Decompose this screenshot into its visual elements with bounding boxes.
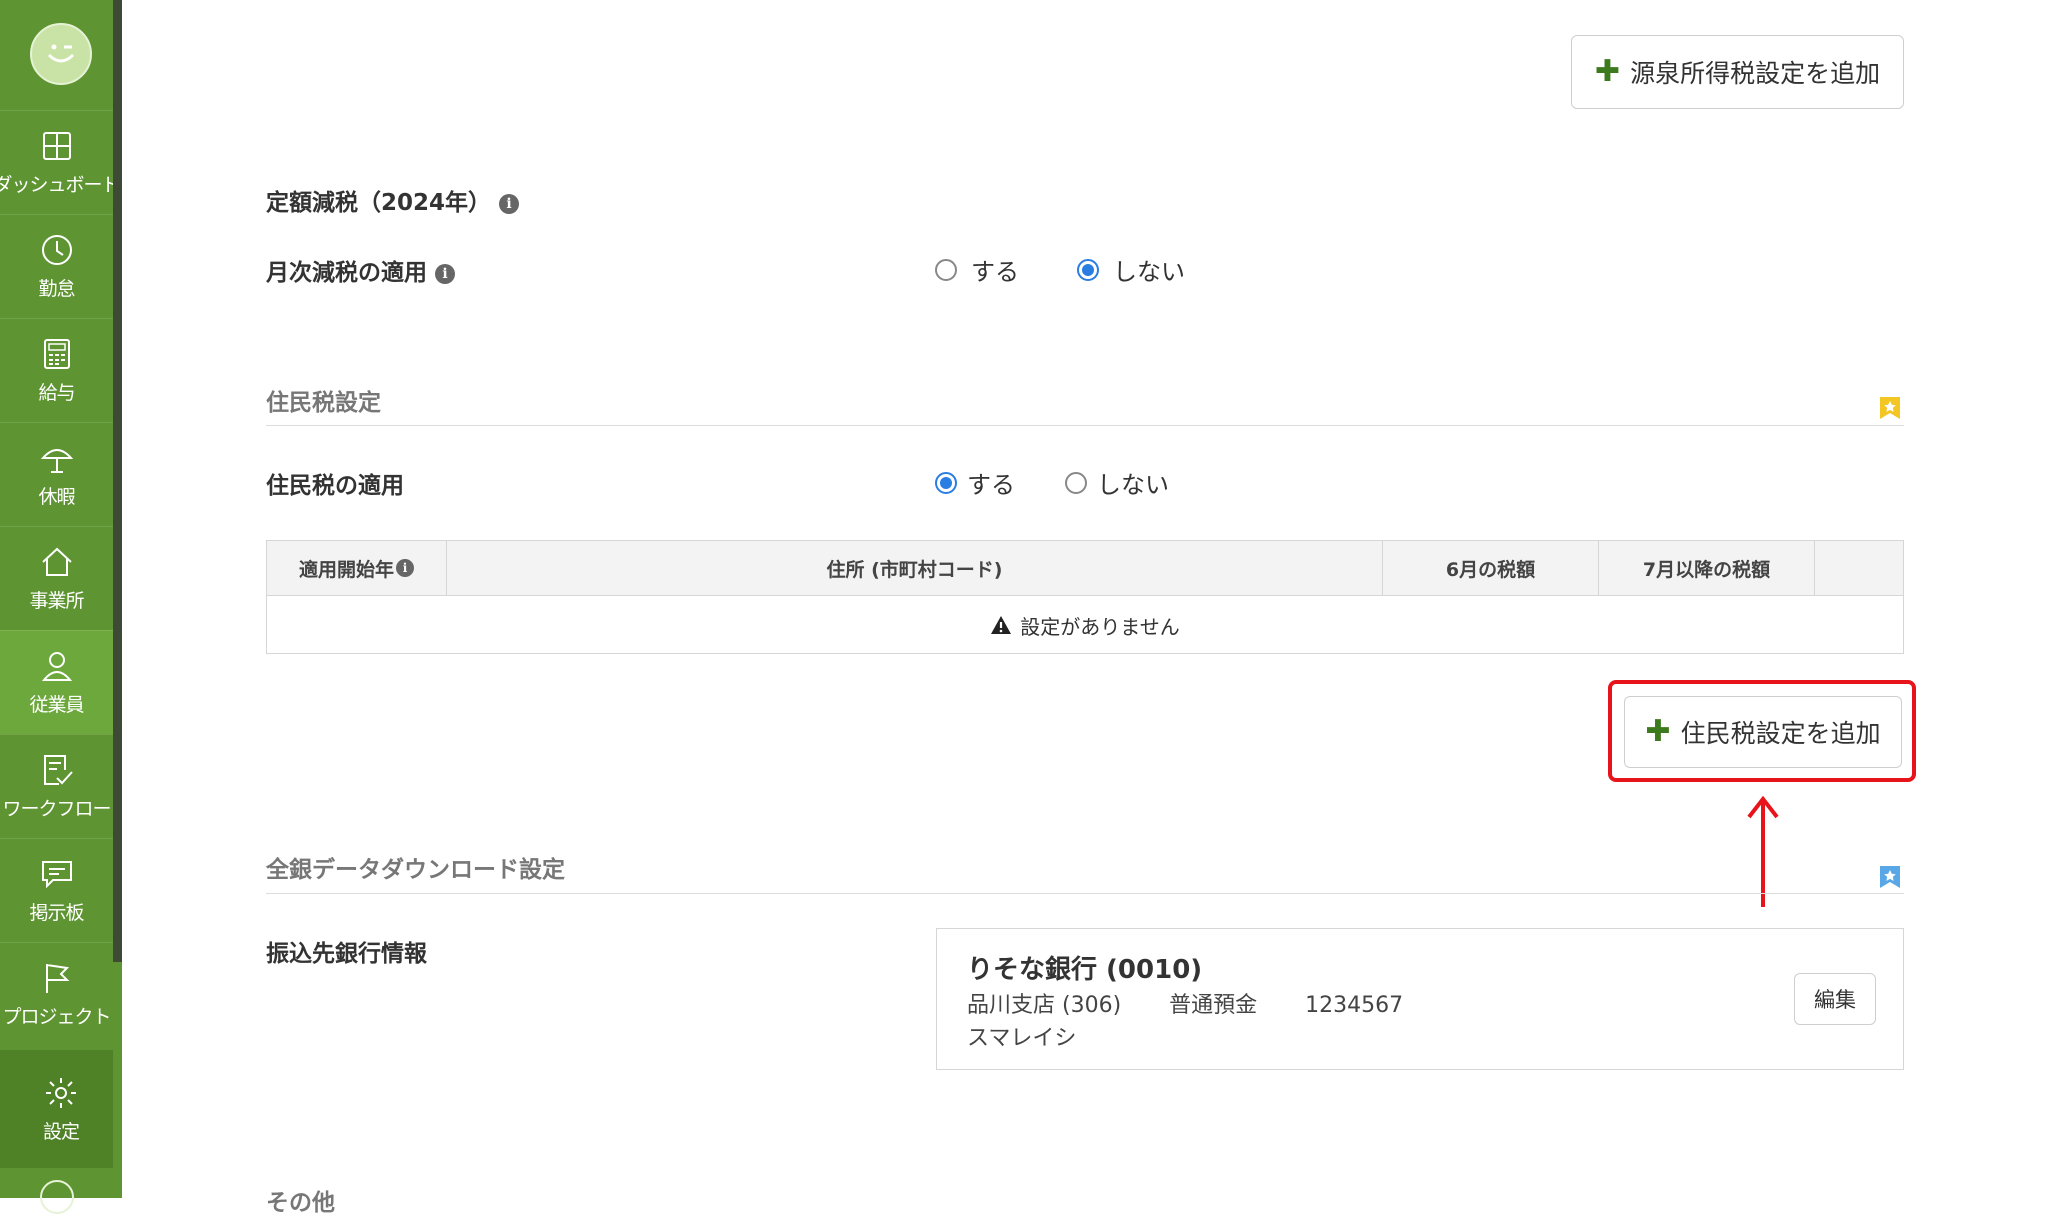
resident-tax-section-title: 住民税設定 [266,390,381,416]
monthly-reduction-yes[interactable]: する [935,252,1019,287]
monthly-reduction-label-text: 月次減税の適用 [266,260,427,286]
radio-button[interactable] [935,471,957,494]
sidebar-item-project[interactable]: プロジェクト [0,942,113,1046]
radio-label: しない [1113,258,1185,286]
other-section-title: その他 [266,1190,335,1216]
bank-info-card: りそな銀行 (0010) 品川支店 (306) 普通預金 1234567 スマレ… [936,928,1904,1070]
info-icon[interactable]: i [499,193,520,214]
avatar[interactable] [30,23,92,85]
radio-label: しない [1097,471,1169,499]
sidebar-item-label: 掲示板 [29,902,84,924]
gear-icon [46,1077,76,1108]
sidebar-item-label: 休暇 [38,486,75,508]
column-header-july-onward-tax: 7月以降の税額 [1599,541,1815,595]
smile-icon [47,44,75,63]
monthly-reduction-no[interactable]: しない [1077,252,1185,287]
beach-umbrella-icon [40,449,73,473]
sidebar-item-leave[interactable]: 休暇 [0,422,113,526]
sidebar-item-workflow[interactable]: ワークフロー [0,734,113,838]
sidebar-item-payroll[interactable]: 給与 [0,318,113,422]
sidebar-item-settings[interactable]: 設定 [0,1050,122,1168]
resident-tax-apply-label: 住民税の適用 [266,473,404,499]
person-icon [41,652,72,681]
bank-download-section-title: 全銀データダウンロード設定 [266,857,565,883]
bank-name: りそな銀行 (0010) [967,955,1203,985]
calculator-icon [43,339,70,369]
monthly-reduction-label: 月次減税の適用 i [266,253,455,287]
sidebar-scrollbar[interactable] [113,0,122,962]
bank-account-holder: スマレイシ [967,1026,1077,1051]
highlight-box [1608,680,1916,782]
empty-message: 設定がありません [1020,614,1180,639]
sidebar-item-label: 給与 [38,382,75,404]
sidebar-item-employees[interactable]: 従業員 [0,630,113,734]
sidebar-item-label: ワークフロー [2,798,111,820]
sidebar-item-label: ダッシュボード [0,174,121,196]
radio-button[interactable] [1077,258,1099,281]
bank-branch: 品川支店 (306) [967,993,1122,1018]
add-withholding-tax-label: 源泉所得税設定を追加 [1630,59,1881,88]
bank-account-type: 普通預金 [1169,993,1258,1018]
home-icon [41,547,72,576]
arrow-up-icon [1747,795,1779,907]
radio-label: する [971,258,1019,286]
sidebar-item-label: 従業員 [29,694,84,716]
radio-button[interactable] [935,258,957,281]
info-icon[interactable]: i [435,263,455,284]
checklist-icon [43,755,73,785]
section-divider [266,893,1904,894]
sidebar-item-dashboard[interactable]: ダッシュボード [0,110,121,214]
bookmark-star-icon[interactable] [1880,866,1900,888]
add-withholding-tax-button[interactable]: ✚ 源泉所得税設定を追加 [1571,35,1904,109]
table-empty-row: 設定がありません [267,596,1903,654]
column-header-start-year: 適用開始年 i [267,541,447,595]
fixed-tax-title: 定額減税（2024年） i [266,183,520,217]
sidebar-item-label: 勤怠 [38,278,75,300]
clock-icon [41,235,72,265]
sidebar-item-label: 事業所 [29,590,84,612]
resident-tax-radio-group: する しない [935,465,1169,500]
table-header: 適用開始年 i 住所 (市町村コード) 6月の税額 7月以降の税額 [267,541,1903,596]
plus-icon: ✚ [1594,54,1621,89]
avatar-area [0,0,122,110]
radio-button[interactable] [1065,471,1087,494]
sidebar-item-bulletin[interactable]: 掲示板 [0,838,113,942]
sidebar: ダッシュボード 勤怠 給与 休暇 事業所 従業員 ワークフロー 掲示板 プロジェ… [0,0,122,1214]
chat-bubble-icon [41,861,72,889]
resident-tax-no[interactable]: しない [1065,465,1169,500]
help-icon[interactable] [40,1180,74,1214]
dashboard-icon [42,132,71,160]
edit-bank-button[interactable]: 編集 [1794,973,1876,1025]
column-header-june-tax: 6月の税額 [1383,541,1599,595]
section-divider [266,425,1904,426]
bank-account-number: 1234567 [1305,993,1404,1018]
sidebar-item-label: プロジェクト [2,1006,111,1028]
column-header-actions [1815,541,1903,595]
info-icon[interactable]: i [396,559,414,577]
resident-tax-table: 適用開始年 i 住所 (市町村コード) 6月の税額 7月以降の税額 設定がありませ… [266,540,1904,654]
sidebar-item-label: 設定 [42,1120,80,1143]
warning-icon [991,616,1012,634]
sidebar-item-office[interactable]: 事業所 [0,526,113,630]
bookmark-star-icon[interactable] [1880,397,1900,419]
sidebar-item-attendance[interactable]: 勤怠 [0,214,113,318]
bank-info-label: 振込先銀行情報 [266,941,427,967]
bank-account-line: 品川支店 (306) 普通預金 1234567 [967,987,1403,1019]
resident-tax-yes[interactable]: する [935,465,1015,500]
sidebar-scrollbar-track [113,1032,122,1198]
monthly-reduction-radio-group: する しない [935,252,1185,287]
column-header-text: 適用開始年 [298,558,394,581]
column-header-address: 住所 (市町村コード) [447,541,1383,595]
flag-icon [45,964,69,993]
radio-label: する [967,471,1015,499]
fixed-tax-title-text: 定額減税（2024年） [266,190,492,216]
